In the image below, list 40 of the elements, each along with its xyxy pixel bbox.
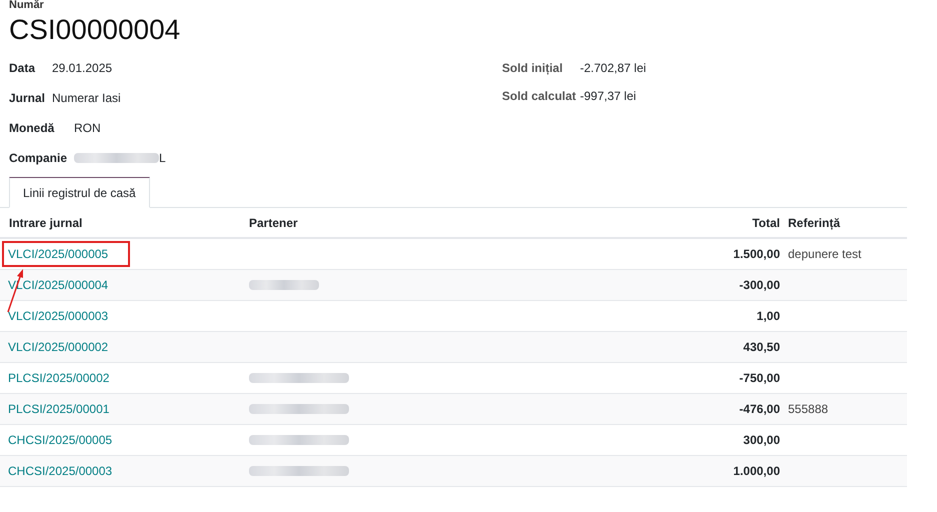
column-header[interactable]: Total — [449, 214, 780, 232]
table-row[interactable]: PLCSI/2025/00001 -476,00 555888 — [0, 394, 907, 425]
table-cell-text: -300,00 — [738, 277, 780, 294]
tab[interactable]: Linii registrul de casă — [9, 177, 150, 208]
record-number: CSI00000004 — [9, 13, 182, 47]
table-cell-text: 1.500,00 — [732, 246, 780, 263]
field-value: -2.702,87 lei — [580, 60, 646, 77]
column-header[interactable]: Partener — [249, 214, 449, 232]
field-label: Sold inițial — [502, 60, 564, 77]
table-cell-text: depunere test — [787, 246, 862, 263]
field-label: Număr — [9, 0, 45, 10]
field-value: L — [159, 150, 166, 167]
journal-entry-link[interactable]: CHCSI/2025/00005 — [4, 430, 116, 450]
journal-entry-link[interactable]: PLCSI/2025/00001 — [4, 399, 114, 419]
table-cell-text: -750,00 — [738, 370, 780, 387]
table-cell-text: 1,00 — [756, 308, 780, 325]
field-label: Companie — [9, 150, 68, 167]
field-value: RON — [74, 120, 101, 137]
journal-entry-link[interactable]: CHCSI/2025/00003 — [4, 461, 116, 481]
table-row[interactable]: VLCI/2025/000002 430,50 — [0, 332, 907, 363]
journal-entry-link[interactable]: VLCI/2025/000002 — [4, 337, 112, 357]
journal-entry-link[interactable]: VLCI/2025/000005 — [4, 243, 128, 265]
table-cell-text: 430,50 — [742, 339, 780, 356]
field-label: Sold calculat — [502, 88, 578, 105]
field-value: 29.01.2025 — [52, 60, 112, 77]
table-cell-text: 555888 — [787, 401, 828, 418]
field-label: Data — [9, 60, 36, 77]
field-label: Jurnal — [9, 90, 46, 107]
journal-entry-link[interactable]: VLCI/2025/000003 — [4, 306, 112, 326]
table-cell-text: 300,00 — [742, 432, 780, 449]
table-cell-text: -476,00 — [738, 401, 780, 418]
field-value: Numerar Iasi — [52, 90, 121, 107]
column-header[interactable]: Intrare jurnal — [0, 214, 249, 232]
field-label: Monedă — [9, 120, 56, 137]
table-row[interactable]: VLCI/2025/000005 1.500,00 depunere test — [0, 239, 907, 270]
table-row[interactable]: CHCSI/2025/00003 1.000,00 — [0, 456, 907, 487]
column-header[interactable]: Referință — [780, 214, 840, 232]
table-cell-text: 1.000,00 — [732, 463, 780, 480]
field-value: -997,37 lei — [580, 88, 636, 105]
journal-entry-link[interactable]: PLCSI/2025/00002 — [4, 368, 114, 388]
